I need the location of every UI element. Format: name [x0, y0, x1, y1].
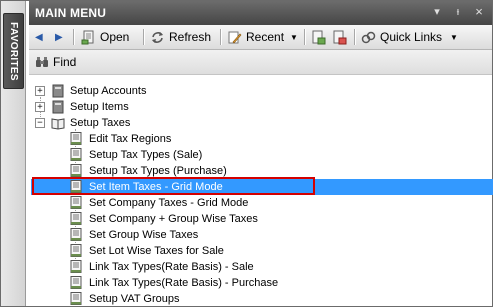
- toolbar-separator: [220, 29, 222, 45]
- recent-label: Recent: [246, 30, 285, 44]
- document-icon: [70, 228, 82, 241]
- tree-label: Setup Tax Types (Purchase): [89, 165, 227, 177]
- quick-links-label: Quick Links: [380, 30, 443, 44]
- remove-favorite-icon: [333, 30, 347, 44]
- tree-item[interactable]: Set Company Taxes - Grid Mode: [1, 195, 464, 211]
- tree-node-setup-accounts[interactable]: + Setup Accounts: [1, 83, 464, 99]
- pin-icon[interactable]: ᵻ: [450, 4, 466, 20]
- tree-label: Set Lot Wise Taxes for Sale: [89, 245, 224, 257]
- find-label: Find: [53, 55, 77, 69]
- highlight-annotation-box: [32, 177, 315, 195]
- refresh-icon: [152, 31, 163, 43]
- tree-item[interactable]: Setup VAT Groups: [1, 291, 464, 307]
- favorites-tab-label: FAVORITES: [8, 21, 20, 81]
- tree-label: Setup Tax Types (Sale): [89, 149, 203, 161]
- toolbar-separator: [143, 29, 145, 45]
- panel-title: MAIN MENU: [35, 6, 107, 20]
- add-favorite-icon: [312, 30, 326, 44]
- refresh-label: Refresh: [169, 30, 212, 44]
- back-button[interactable]: ◀: [35, 28, 43, 46]
- tree-item[interactable]: Link Tax Types(Rate Basis) - Sale: [1, 259, 464, 275]
- quick-links-icon: [361, 31, 376, 43]
- quick-links-button[interactable]: Quick Links ▼: [361, 28, 458, 46]
- tree-label: Set Company + Group Wise Taxes: [89, 213, 258, 225]
- tree-item[interactable]: Set Lot Wise Taxes for Sale: [1, 243, 464, 259]
- tree-label: Set Company Taxes - Grid Mode: [89, 197, 249, 209]
- tree-label: Setup VAT Groups: [89, 293, 180, 305]
- document-icon: [70, 276, 82, 289]
- tree-label: Link Tax Types(Rate Basis) - Purchase: [89, 277, 279, 289]
- title-bar: MAIN MENU ▾ ᵻ ×: [29, 1, 492, 25]
- tree-node-setup-items[interactable]: + Setup Items: [1, 99, 464, 115]
- tree-item[interactable]: Setup Tax Types (Sale): [1, 147, 464, 163]
- tree-label: Setup Items: [70, 101, 129, 113]
- favorites-tab[interactable]: FAVORITES: [3, 13, 24, 89]
- add-favorite-button[interactable]: [311, 28, 330, 46]
- tree-item[interactable]: Set Company + Group Wise Taxes: [1, 211, 464, 227]
- tree-label: Edit Tax Regions: [89, 133, 172, 145]
- menu-dropdown-icon[interactable]: ▾: [429, 4, 445, 20]
- document-icon: [70, 292, 82, 305]
- open-button[interactable]: Open: [81, 28, 129, 46]
- document-icon: [70, 244, 82, 257]
- back-arrow-icon: ◀: [35, 31, 43, 43]
- tree-label: Link Tax Types(Rate Basis) - Sale: [89, 261, 254, 273]
- toolbar-separator: [354, 29, 356, 45]
- toolbar-separator: [73, 29, 75, 45]
- tree-label: Set Group Wise Taxes: [89, 229, 199, 241]
- open-label: Open: [100, 30, 130, 44]
- find-bar[interactable]: Find: [29, 50, 492, 75]
- tree-node-setup-taxes[interactable]: − Setup Taxes: [1, 115, 464, 131]
- binoculars-icon: [36, 57, 48, 67]
- document-icon: [70, 164, 82, 177]
- refresh-button[interactable]: Refresh: [150, 28, 211, 46]
- book-icon: [52, 100, 64, 114]
- toolbar: ◀ ▶ Open Refresh Recent ▼ Quick Links ▼: [29, 25, 492, 50]
- forward-arrow-icon: ▶: [55, 31, 63, 43]
- remove-favorite-button[interactable]: [332, 28, 351, 46]
- open-book-icon: [51, 118, 65, 130]
- recent-dropdown-icon: ▼: [290, 32, 298, 42]
- close-icon[interactable]: ×: [471, 4, 487, 20]
- tree-item[interactable]: Link Tax Types(Rate Basis) - Purchase: [1, 275, 464, 291]
- document-icon: [70, 260, 82, 273]
- toolbar-separator: [304, 29, 306, 45]
- document-icon: [70, 148, 82, 161]
- document-icon: [70, 196, 82, 209]
- open-doc-icon: [81, 30, 94, 44]
- recent-pencil-icon: [228, 31, 242, 43]
- tree-item[interactable]: Set Group Wise Taxes: [1, 227, 464, 243]
- tree-item[interactable]: Edit Tax Regions: [1, 131, 464, 147]
- document-icon: [70, 132, 82, 145]
- forward-button[interactable]: ▶: [55, 28, 63, 46]
- collapse-minus-icon[interactable]: −: [35, 118, 45, 128]
- book-icon: [52, 84, 64, 98]
- document-icon: [70, 212, 82, 225]
- expand-plus-icon[interactable]: +: [35, 102, 45, 112]
- expand-plus-icon[interactable]: +: [35, 86, 45, 96]
- quick-links-dropdown-icon: ▼: [450, 32, 458, 42]
- tree-label: Setup Accounts: [70, 85, 147, 97]
- recent-button[interactable]: Recent ▼: [227, 28, 298, 46]
- app-window: FAVORITES MAIN MENU ▾ ᵻ × ◀ ▶ Open Refre…: [0, 0, 493, 307]
- tree-label: Setup Taxes: [70, 117, 131, 129]
